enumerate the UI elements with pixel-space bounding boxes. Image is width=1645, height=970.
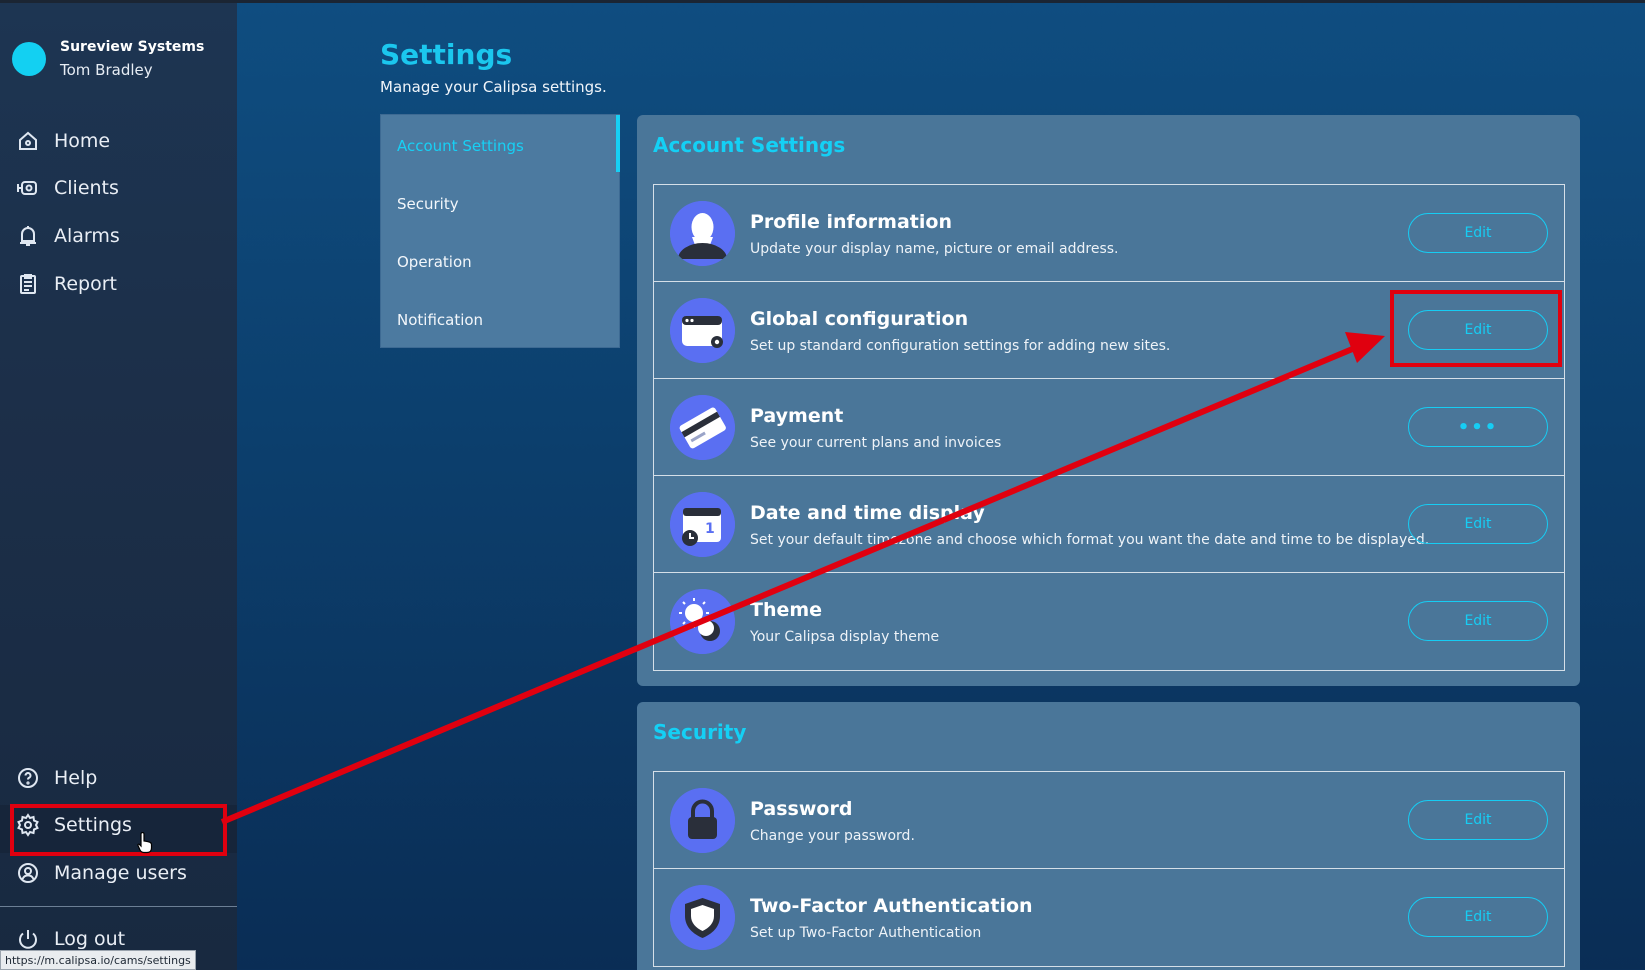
nav-home-label: Home xyxy=(54,130,111,152)
security-list: Password Change your password. Edit Two-… xyxy=(653,771,1565,967)
org-header[interactable]: Sureview Systems Tom Bradley xyxy=(12,39,204,79)
user-name: Tom Bradley xyxy=(60,61,153,79)
global-config-title: Global configuration xyxy=(750,308,969,330)
payment-desc: See your current plans and invoices xyxy=(750,435,1002,451)
tab-security[interactable]: Security xyxy=(397,195,459,213)
nav-help[interactable]: Help xyxy=(16,766,97,790)
theme-desc: Your Calipsa display theme xyxy=(750,629,940,645)
nav-manage-users[interactable]: Manage users xyxy=(16,861,187,885)
profile-title: Profile information xyxy=(750,211,952,233)
tab-operation[interactable]: Operation xyxy=(397,253,472,271)
list-item-password: Password Change your password. Edit xyxy=(654,772,1564,869)
theme-edit-button[interactable]: Edit xyxy=(1408,601,1548,641)
browser-gear-icon xyxy=(670,298,735,363)
payment-title: Payment xyxy=(750,405,844,427)
password-desc: Change your password. xyxy=(750,828,915,844)
svg-text:1: 1 xyxy=(705,521,715,537)
list-item-profile: Profile information Update your display … xyxy=(654,185,1564,282)
clients-icon xyxy=(17,181,37,195)
nav-logout[interactable]: Log out xyxy=(16,927,125,951)
nav-logout-label: Log out xyxy=(54,928,126,950)
nav-clients-label: Clients xyxy=(54,177,119,199)
two-factor-desc: Set up Two-Factor Authentication xyxy=(750,925,982,941)
nav-home[interactable]: Home xyxy=(16,129,110,153)
gear-icon xyxy=(17,813,39,837)
nav-help-label: Help xyxy=(54,767,98,789)
list-item-payment: Payment See your current plans and invoi… xyxy=(654,379,1564,476)
help-icon xyxy=(18,768,38,788)
page-subtitle: Manage your Calipsa settings. xyxy=(380,78,607,96)
org-avatar xyxy=(12,42,46,76)
password-edit-button[interactable]: Edit xyxy=(1408,800,1548,840)
calendar-clock-icon: 1 xyxy=(670,492,735,557)
settings-tabs: Account Settings Security Operation Noti… xyxy=(380,114,620,348)
nav-manage-users-label: Manage users xyxy=(54,862,187,884)
date-time-desc: Set your default timezone and choose whi… xyxy=(750,532,1430,548)
bell-icon xyxy=(20,226,36,246)
hand-cursor-icon xyxy=(137,832,153,854)
security-panel: Security Password Change your password. … xyxy=(637,702,1580,970)
two-factor-edit-button[interactable]: Edit xyxy=(1408,897,1548,937)
list-item-two-factor: Two-Factor Authentication Set up Two-Fac… xyxy=(654,869,1564,966)
profile-edit-button[interactable]: Edit xyxy=(1408,213,1548,253)
active-tab-indicator xyxy=(616,115,620,172)
profile-icon xyxy=(670,201,735,266)
nav-report[interactable]: Report xyxy=(16,272,117,296)
two-factor-title: Two-Factor Authentication xyxy=(750,895,1033,917)
status-bar-url: https://m.calipsa.io/cams/settings xyxy=(0,950,196,970)
nav-settings-label: Settings xyxy=(54,814,132,836)
lock-icon xyxy=(670,788,735,853)
payment-more-button[interactable]: ••• xyxy=(1408,407,1548,447)
profile-desc: Update your display name, picture or ema… xyxy=(750,241,1119,257)
account-settings-list: Profile information Update your display … xyxy=(653,184,1565,671)
credit-card-icon xyxy=(670,395,735,460)
sidebar: Sureview Systems Tom Bradley Home Client… xyxy=(0,3,237,970)
theme-icon xyxy=(670,589,735,654)
security-title: Security xyxy=(653,720,747,744)
theme-title: Theme xyxy=(750,599,823,621)
nav-report-label: Report xyxy=(54,273,117,295)
nav-alarms[interactable]: Alarms xyxy=(16,224,120,248)
nav-clients[interactable]: Clients xyxy=(16,176,119,200)
account-settings-title: Account Settings xyxy=(653,133,846,157)
global-config-edit-button[interactable]: Edit xyxy=(1408,310,1548,350)
nav-settings[interactable]: Settings xyxy=(16,813,132,837)
org-name: Sureview Systems xyxy=(60,39,205,55)
shield-icon xyxy=(670,885,735,950)
home-icon xyxy=(19,131,37,150)
list-item-global-config: Global configuration Set up standard con… xyxy=(654,282,1564,379)
date-time-edit-button[interactable]: Edit xyxy=(1408,504,1548,544)
user-icon xyxy=(18,863,38,883)
tab-notification[interactable]: Notification xyxy=(397,311,483,329)
date-time-title: Date and time display xyxy=(750,502,985,524)
power-icon xyxy=(19,930,37,949)
list-item-date-time: 1 Date and time display Set your default… xyxy=(654,476,1564,573)
tab-account-settings[interactable]: Account Settings xyxy=(397,137,524,155)
list-item-theme: Theme Your Calipsa display theme Edit xyxy=(654,573,1564,670)
account-settings-panel: Account Settings Profile information Upd… xyxy=(637,115,1580,686)
nav-alarms-label: Alarms xyxy=(54,225,120,247)
clipboard-icon xyxy=(20,274,36,294)
global-config-desc: Set up standard configuration settings f… xyxy=(750,338,1171,354)
password-title: Password xyxy=(750,798,853,820)
page-title: Settings xyxy=(380,38,513,71)
window-top-border xyxy=(0,0,1645,3)
sidebar-divider xyxy=(0,906,237,907)
